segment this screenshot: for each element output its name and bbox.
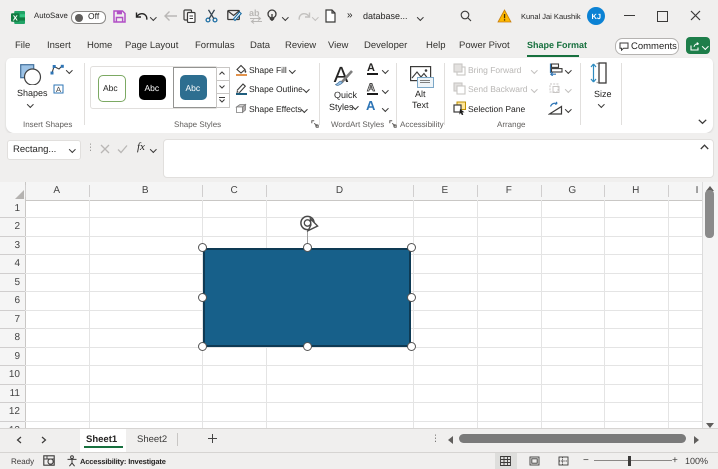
svg-text:X: X: [13, 13, 18, 22]
svg-text:A: A: [56, 85, 61, 94]
